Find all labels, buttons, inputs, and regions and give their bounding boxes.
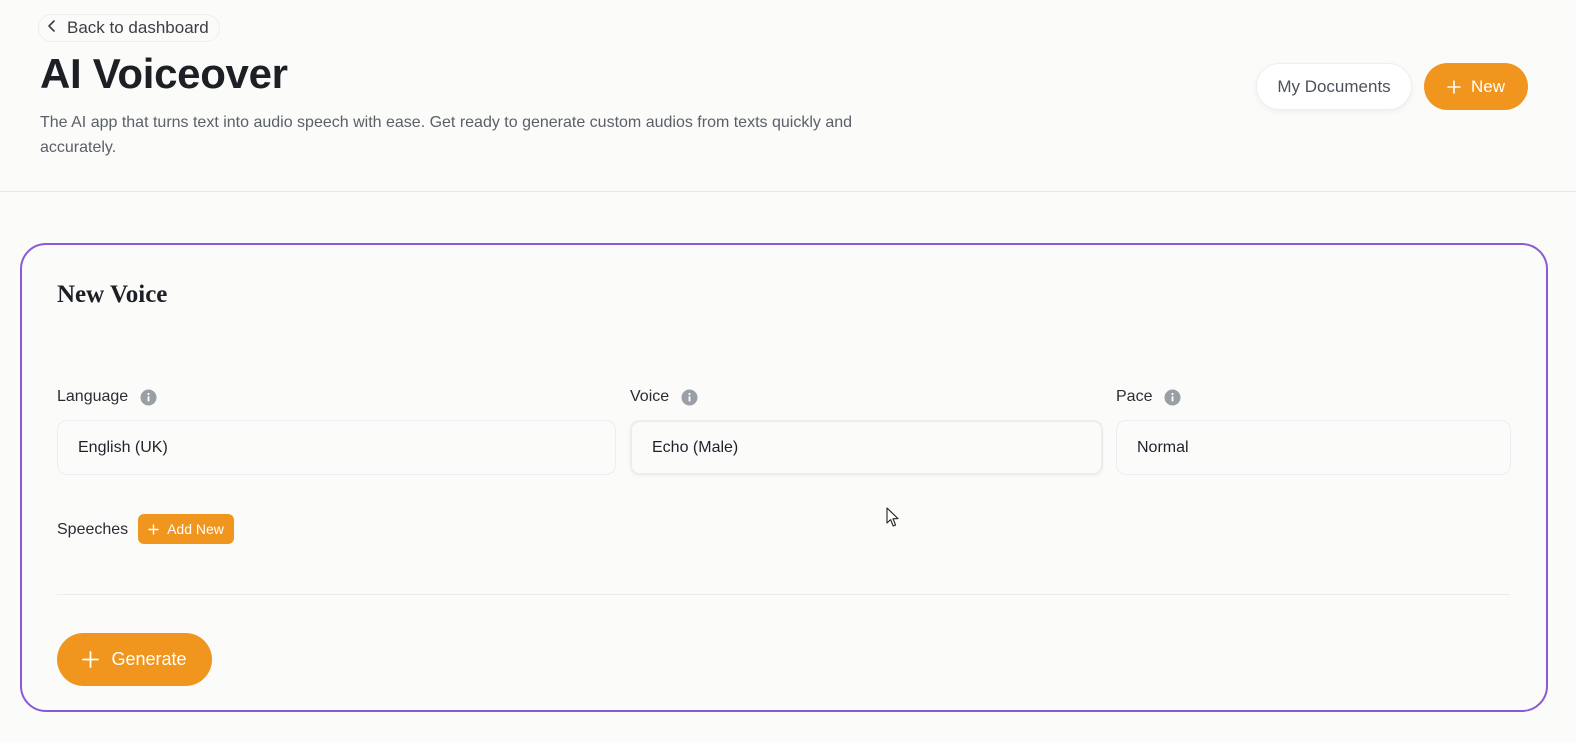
language-select[interactable]: English (UK) bbox=[57, 420, 616, 475]
language-label-text: Language bbox=[57, 388, 129, 405]
pace-select[interactable]: Normal bbox=[1116, 420, 1511, 475]
plus-icon bbox=[1447, 79, 1461, 94]
language-value: English (UK) bbox=[78, 438, 168, 456]
voice-value: Echo (Male) bbox=[652, 438, 739, 456]
pace-label: Pace bbox=[1116, 387, 1181, 407]
voice-label-text: Voice bbox=[630, 388, 670, 405]
mouse-cursor-icon bbox=[886, 507, 900, 529]
pace-value: Normal bbox=[1137, 438, 1189, 456]
page-header: Back to dashboard AI Voiceover The AI ap… bbox=[0, 0, 1576, 192]
generate-label: Generate bbox=[111, 649, 187, 669]
my-documents-label: My Documents bbox=[1277, 76, 1391, 96]
back-to-dashboard-link[interactable]: Back to dashboard bbox=[38, 14, 220, 42]
add-new-speech-button[interactable]: Add New bbox=[138, 514, 234, 544]
new-button[interactable]: New bbox=[1424, 63, 1528, 110]
page-title: AI Voiceover bbox=[40, 50, 288, 97]
add-new-label: Add New bbox=[167, 521, 224, 537]
generate-button[interactable]: Generate bbox=[57, 633, 212, 686]
pace-label-text: Pace bbox=[1116, 388, 1153, 405]
new-button-label: New bbox=[1470, 76, 1505, 96]
chevron-left-icon bbox=[45, 18, 59, 38]
speeches-label: Speeches bbox=[57, 521, 129, 538]
info-icon[interactable] bbox=[1164, 389, 1181, 406]
page-description: The AI app that turns text into audio sp… bbox=[40, 114, 853, 156]
plus-icon bbox=[148, 523, 159, 535]
divider bbox=[57, 594, 1510, 595]
voice-label: Voice bbox=[630, 387, 698, 407]
new-voice-card: New Voice Language English (UK) Voice Ec… bbox=[20, 243, 1548, 712]
language-label: Language bbox=[57, 387, 157, 407]
my-documents-button[interactable]: My Documents bbox=[1256, 63, 1412, 110]
plus-icon bbox=[82, 651, 100, 668]
card-title: New Voice bbox=[57, 281, 168, 308]
back-link-label: Back to dashboard bbox=[67, 18, 209, 37]
voice-select[interactable]: Echo (Male) bbox=[630, 420, 1103, 475]
info-icon[interactable] bbox=[681, 389, 698, 406]
info-icon[interactable] bbox=[140, 389, 157, 406]
